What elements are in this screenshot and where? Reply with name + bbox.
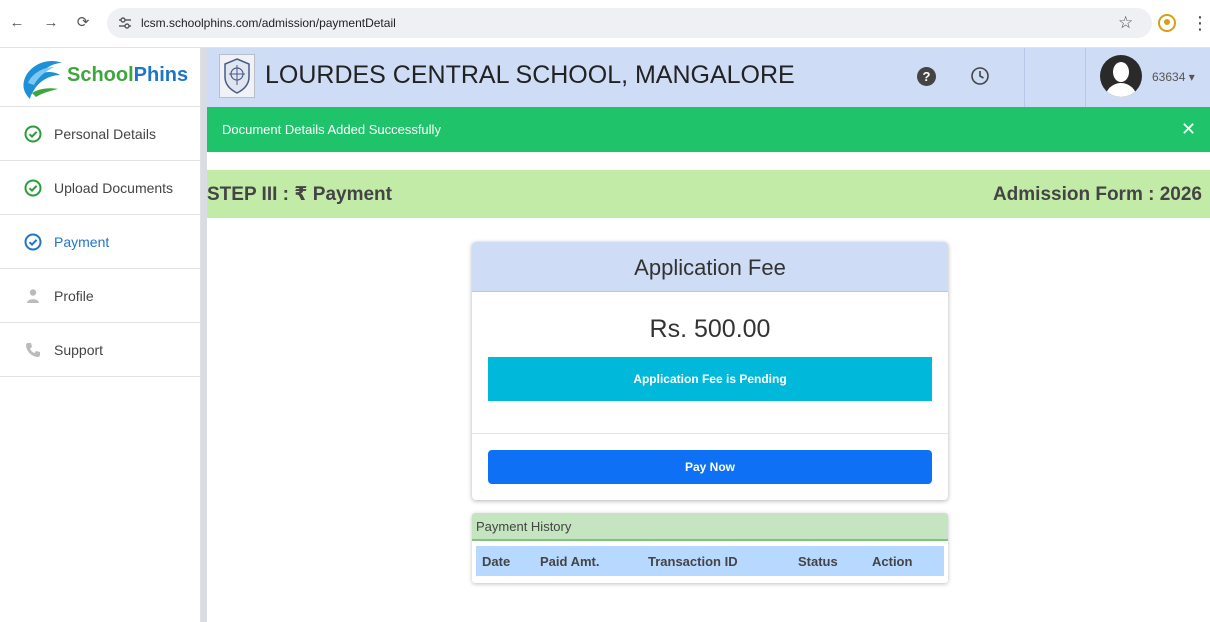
schoolphins-logo[interactable]: SchoolPhins [0, 48, 201, 107]
sidebar-item-profile[interactable]: Profile [0, 269, 201, 323]
application-fee-card: Application Fee Rs. 500.00 Application F… [472, 242, 948, 500]
close-icon[interactable]: ✕ [1181, 118, 1196, 140]
sidebar-item-label: Upload Documents [54, 180, 174, 196]
column-header-action: Action [872, 554, 913, 569]
clock-icon[interactable] [970, 66, 990, 86]
browser-menu-icon[interactable]: ⋮ [1191, 11, 1209, 35]
app-header: LOURDES CENTRAL SCHOOL, MANGALORE ? 6363… [207, 48, 1210, 107]
sidebar-item-upload-documents[interactable]: Upload Documents [0, 161, 201, 215]
payment-history-title: Payment History [476, 519, 572, 534]
back-arrow-icon[interactable]: ← [6, 12, 28, 34]
header-separator [1085, 48, 1086, 107]
sidebar-item-payment[interactable]: Payment [0, 215, 201, 269]
payment-history-table-header: Date Paid Amt. Transaction ID Status Act… [476, 546, 944, 576]
user-menu-dropdown[interactable]: 63634 ▾ [1152, 69, 1195, 85]
sidebar: SchoolPhins Personal Details Upload Docu… [0, 48, 201, 622]
check-circle-icon [24, 233, 42, 251]
column-header-transaction-id: Transaction ID [648, 554, 738, 569]
address-bar[interactable]: lcsm.schoolphins.com/admission/paymentDe… [107, 8, 1152, 38]
payment-history-panel: Payment History Date Paid Amt. Transacti… [472, 513, 948, 583]
phone-icon [26, 343, 40, 357]
dolphin-logo-icon [23, 61, 63, 99]
fee-card-header: Application Fee [472, 242, 948, 292]
sidebar-item-label: Support [54, 342, 104, 358]
avatar-head [1113, 62, 1129, 82]
fee-status-text: Application Fee is Pending [633, 372, 787, 386]
school-name: LOURDES CENTRAL SCHOOL, MANGALORE [265, 61, 795, 89]
brand-phins: Phins [133, 64, 189, 86]
reload-icon[interactable]: ⟳ [72, 12, 94, 34]
user-icon [27, 289, 39, 303]
sidebar-item-support[interactable]: Support [0, 323, 201, 377]
bookmark-star-icon[interactable]: ☆ [1118, 11, 1133, 35]
pay-now-button[interactable]: Pay Now [488, 450, 932, 484]
site-settings-icon[interactable] [117, 15, 133, 31]
avatar[interactable] [1100, 55, 1142, 97]
forward-arrow-icon[interactable]: → [40, 12, 62, 34]
check-circle-icon [24, 179, 42, 197]
profile-extension-icon[interactable] [1158, 14, 1176, 32]
sidebar-item-label: Profile [54, 288, 94, 304]
browser-toolbar: ← → ⟳ lcsm.schoolphins.com/admission/pay… [0, 0, 1210, 48]
column-header-paid-amount: Paid Amt. [540, 554, 600, 569]
alert-message: Document Details Added Successfully [222, 122, 441, 137]
column-header-status: Status [798, 554, 838, 569]
avatar-body [1105, 83, 1137, 97]
step-bar: STEP III : ₹ Payment Admission Form : 20… [207, 170, 1210, 218]
admission-form-label: Admission Form : 2026 [992, 184, 1202, 205]
success-alert: Document Details Added Successfully ✕ [207, 107, 1210, 152]
sidebar-item-label: Personal Details [54, 126, 156, 142]
fee-status-badge: Application Fee is Pending [488, 357, 932, 401]
fee-amount: Rs. 500.00 [649, 315, 771, 343]
header-separator [1024, 48, 1025, 107]
step-title: STEP III : ₹ Payment [207, 184, 392, 205]
column-header-date: Date [482, 554, 511, 569]
sidebar-item-label: Payment [54, 234, 110, 250]
check-circle-icon [24, 125, 42, 143]
url-text: lcsm.schoolphins.com/admission/paymentDe… [141, 16, 396, 30]
school-crest-icon [219, 54, 255, 98]
brand-school: School [67, 64, 134, 86]
card-divider [472, 433, 948, 434]
payment-history-header: Payment History [472, 513, 948, 541]
brand-name: SchoolPhins [67, 63, 188, 87]
pay-now-label: Pay Now [684, 460, 735, 474]
help-icon[interactable]: ? [917, 67, 936, 86]
fee-card-title: Application Fee [634, 255, 786, 280]
sidebar-item-personal-details[interactable]: Personal Details [0, 107, 201, 161]
